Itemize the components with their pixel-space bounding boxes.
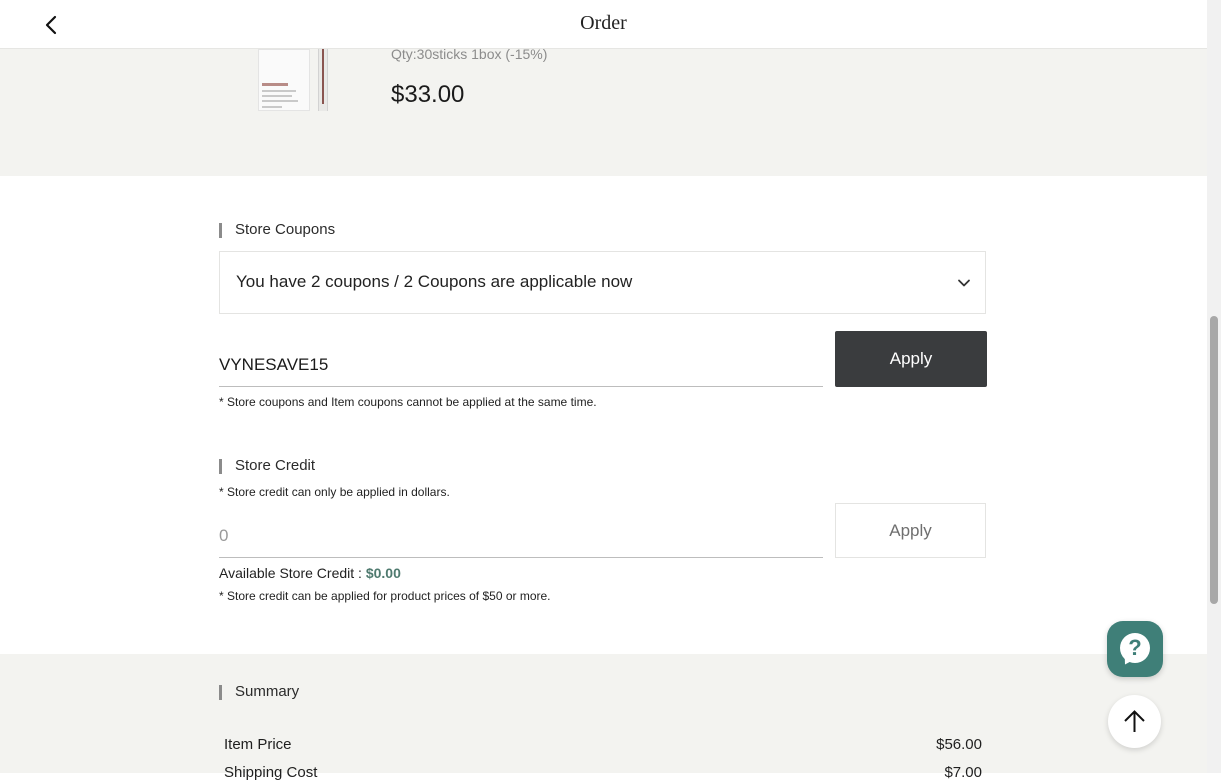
available-credit-amount: $0.00 bbox=[365, 565, 401, 581]
summary-heading: Summary bbox=[219, 683, 299, 700]
chevron-down-icon bbox=[958, 279, 970, 287]
summary-row: Item Price $56.00 bbox=[224, 736, 982, 753]
available-credit-label: Available Store Credit : bbox=[219, 565, 366, 581]
apply-credit-button[interactable]: Apply bbox=[835, 503, 986, 558]
product-price: $33.00 bbox=[391, 81, 465, 108]
scroll-to-top-button[interactable] bbox=[1108, 695, 1161, 748]
arrow-up-icon bbox=[1124, 710, 1145, 732]
coupon-dropdown[interactable]: You have 2 coupons / 2 Coupons are appli… bbox=[219, 251, 986, 314]
summary-row-value: $56.00 bbox=[936, 736, 982, 753]
summary-row-label: Item Price bbox=[224, 736, 292, 753]
store-credit-note: * Store credit can only be applied in do… bbox=[219, 485, 450, 499]
coupon-note: * Store coupons and Item coupons cannot … bbox=[219, 395, 597, 409]
scrollbar-thumb[interactable] bbox=[1210, 316, 1218, 604]
question-icon: ? bbox=[1120, 633, 1150, 663]
product-section: Qty:30sticks 1box (-15%) $33.00 bbox=[0, 46, 1207, 176]
apply-coupon-button[interactable]: Apply bbox=[835, 331, 987, 387]
store-credit-min-note: * Store credit can be applied for produc… bbox=[219, 589, 551, 603]
page-title: Order bbox=[580, 12, 627, 34]
available-credit: Available Store Credit : $0.00 bbox=[219, 565, 401, 581]
store-coupons-heading: Store Coupons bbox=[219, 221, 335, 238]
coupon-dropdown-text: You have 2 coupons / 2 Coupons are appli… bbox=[236, 272, 633, 291]
help-chat-button[interactable]: ? bbox=[1107, 621, 1163, 677]
top-bar: Order bbox=[0, 0, 1207, 49]
product-thumbnail bbox=[258, 49, 330, 111]
coupon-code-input[interactable] bbox=[219, 343, 823, 387]
store-credit-input[interactable] bbox=[219, 514, 823, 558]
scrollbar[interactable] bbox=[1207, 0, 1221, 773]
summary-section: Summary Item Price $56.00 Shipping Cost … bbox=[0, 654, 1207, 781]
store-credit-heading: Store Credit bbox=[219, 457, 315, 474]
